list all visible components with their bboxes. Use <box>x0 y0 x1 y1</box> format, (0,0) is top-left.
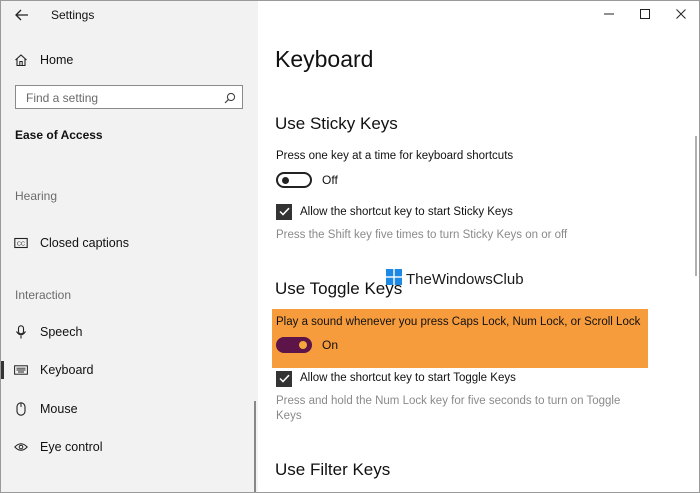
sidebar-item-mouse[interactable]: Mouse <box>1 391 258 427</box>
keyboard-icon <box>14 363 28 377</box>
microphone-icon <box>14 325 28 339</box>
toggle-keys-hint: Press and hold the Num Lock key for five… <box>276 395 621 422</box>
group-label-hearing: Hearing <box>15 189 58 203</box>
sidebar-scrollbar[interactable] <box>254 401 256 492</box>
maximize-icon <box>640 6 650 24</box>
toggle-keys-toggle[interactable] <box>276 337 312 353</box>
home-icon <box>14 53 28 67</box>
search-icon[interactable] <box>224 91 236 104</box>
sticky-keys-toggle-state: Off <box>322 173 338 187</box>
minimize-icon <box>604 6 614 24</box>
sidebar-item-label: Speech <box>40 325 83 339</box>
sidebar-item-label: Eye control <box>40 440 103 454</box>
window-controls <box>591 1 699 29</box>
watermark: TheWindowsClub <box>386 269 524 290</box>
sticky-keys-hint: Press the Shift key five times to turn S… <box>276 229 568 241</box>
sidebar-item-label: Keyboard <box>40 363 94 377</box>
toggle-keys-heading: Use Toggle Keys <box>275 279 403 298</box>
sticky-keys-toggle[interactable] <box>276 172 312 188</box>
toggle-knob <box>299 341 307 349</box>
checkmark-icon <box>278 203 290 221</box>
toggle-keys-toggle-state: On <box>322 338 339 352</box>
close-button[interactable] <box>663 1 699 29</box>
minimize-button[interactable] <box>591 1 627 29</box>
sidebar-item-keyboard[interactable]: Keyboard <box>1 352 258 388</box>
closed-captions-icon: CC <box>14 236 28 250</box>
main-scrollbar[interactable] <box>695 136 697 276</box>
sticky-keys-shortcut-checkbox[interactable] <box>276 204 292 220</box>
watermark-text: TheWindowsClub <box>406 271 524 288</box>
checkmark-icon <box>278 370 290 388</box>
sidebar: Settings Home Ease of Access Hearing CC … <box>1 1 258 492</box>
toggle-keys-description: Play a sound whenever you press Caps Loc… <box>276 316 641 328</box>
sidebar-item-label: Closed captions <box>40 236 129 250</box>
toggle-keys-shortcut-label: Allow the shortcut key to start Toggle K… <box>300 372 516 384</box>
sidebar-item-speech[interactable]: Speech <box>1 314 258 350</box>
sticky-keys-shortcut-label: Allow the shortcut key to start Sticky K… <box>300 206 513 218</box>
sidebar-item-label: Mouse <box>40 402 78 416</box>
svg-text:CC: CC <box>17 242 25 248</box>
sticky-keys-description: Press one key at a time for keyboard sho… <box>276 150 514 162</box>
search-input[interactable] <box>24 90 218 106</box>
page-title: Keyboard <box>275 46 374 72</box>
category-heading: Ease of Access <box>15 128 103 142</box>
window-title: Settings <box>51 8 95 22</box>
sidebar-item-eye-control[interactable]: Eye control <box>1 429 258 465</box>
search-field[interactable] <box>15 85 243 109</box>
title-bar: Settings <box>1 1 258 29</box>
sidebar-item-label: Home <box>40 53 74 67</box>
filter-keys-heading: Use Filter Keys <box>275 460 391 479</box>
toggle-keys-highlight: Play a sound whenever you press Caps Loc… <box>272 309 648 368</box>
eye-icon <box>14 440 28 454</box>
group-label-interaction: Interaction <box>15 288 72 302</box>
sidebar-item-closed-captions[interactable]: CC Closed captions <box>1 225 258 261</box>
sticky-keys-heading: Use Sticky Keys <box>275 114 398 133</box>
maximize-button[interactable] <box>627 1 663 29</box>
main-content: Keyboard Use Sticky Keys Press one key a… <box>258 1 699 492</box>
toggle-keys-shortcut-checkbox[interactable] <box>276 371 292 387</box>
close-icon <box>676 6 686 24</box>
toggle-knob <box>282 177 289 184</box>
settings-window: Settings Home Ease of Access Hearing CC … <box>0 0 700 493</box>
back-arrow-icon[interactable] <box>13 6 31 24</box>
sidebar-item-home[interactable]: Home <box>1 42 258 78</box>
mouse-icon <box>14 402 28 416</box>
